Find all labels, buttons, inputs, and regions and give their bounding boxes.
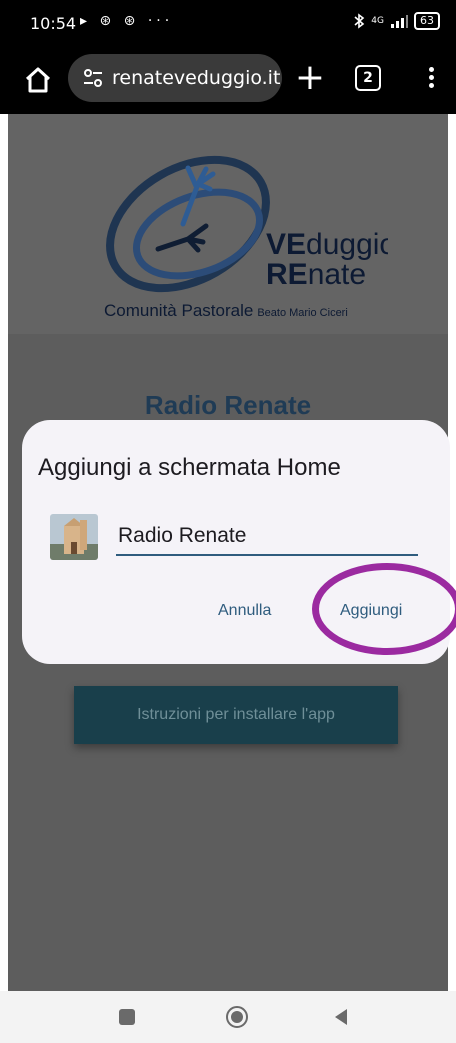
status-icons: 4G 63: [353, 12, 440, 30]
status-time: 10:54: [30, 14, 77, 33]
notification-icons: ▸ ⊛ ⊛ ···: [80, 13, 174, 29]
logo-nate: nate: [308, 258, 366, 291]
screen: 10:54 ▸ ⊛ ⊛ ··· 4G 63 renateveduggio.it …: [0, 0, 456, 1043]
status-bar: 10:54 ▸ ⊛ ⊛ ··· 4G 63: [0, 0, 456, 46]
signal-icon: [391, 15, 408, 28]
page-title: Radio Renate: [144, 390, 312, 420]
home-icon[interactable]: [22, 64, 54, 96]
dialog-title: Aggiungi a schermata Home: [38, 454, 341, 481]
logo-community: Comunità Pastorale: [104, 301, 253, 320]
home-circle-icon[interactable]: [225, 1005, 249, 1029]
shortcut-name-input[interactable]: [116, 518, 418, 556]
cancel-button[interactable]: Annulla: [218, 602, 271, 620]
site-settings-icon[interactable]: [82, 67, 104, 89]
install-instructions-button[interactable]: Istruzioni per installare l'app: [74, 686, 398, 744]
site-header: VEduggio REnate Comunità Pastorale Beato …: [8, 114, 448, 334]
site-logo: VEduggio REnate Comunità Pastorale Beato …: [104, 155, 388, 320]
back-icon[interactable]: [331, 1005, 351, 1029]
overflow-menu-icon[interactable]: [424, 64, 438, 94]
logo-duggio: duggio: [306, 228, 388, 261]
browser-toolbar: renateveduggio.it + 2: [0, 46, 456, 114]
add-to-home-dialog: Aggiungi a schermata Home Annulla Aggiun…: [22, 420, 456, 664]
battery-icon: 63: [414, 12, 440, 30]
svg-text:Comunità PastoraleBeato Mario: Comunità Pastorale Beato Mario Ciceri: [104, 301, 348, 320]
system-nav-bar: [0, 991, 456, 1043]
url-text: renateveduggio.it: [112, 67, 281, 89]
logo-saint: Beato Mario Ciceri: [257, 307, 347, 319]
network-type: 4G: [371, 16, 384, 26]
address-bar[interactable]: renateveduggio.it: [68, 54, 282, 102]
logo-ve: VE: [266, 228, 306, 261]
logo-re: RE: [266, 258, 308, 291]
tab-switcher-button[interactable]: 2: [355, 65, 381, 91]
new-tab-button[interactable]: +: [292, 58, 328, 98]
bluetooth-icon: [354, 13, 365, 29]
svg-text:VEduggio: VEduggio: [266, 228, 388, 261]
site-thumbnail: [50, 514, 98, 560]
highlight-circle: [312, 563, 456, 655]
svg-text:REnate: REnate: [266, 258, 366, 291]
recents-icon[interactable]: [119, 1009, 135, 1025]
